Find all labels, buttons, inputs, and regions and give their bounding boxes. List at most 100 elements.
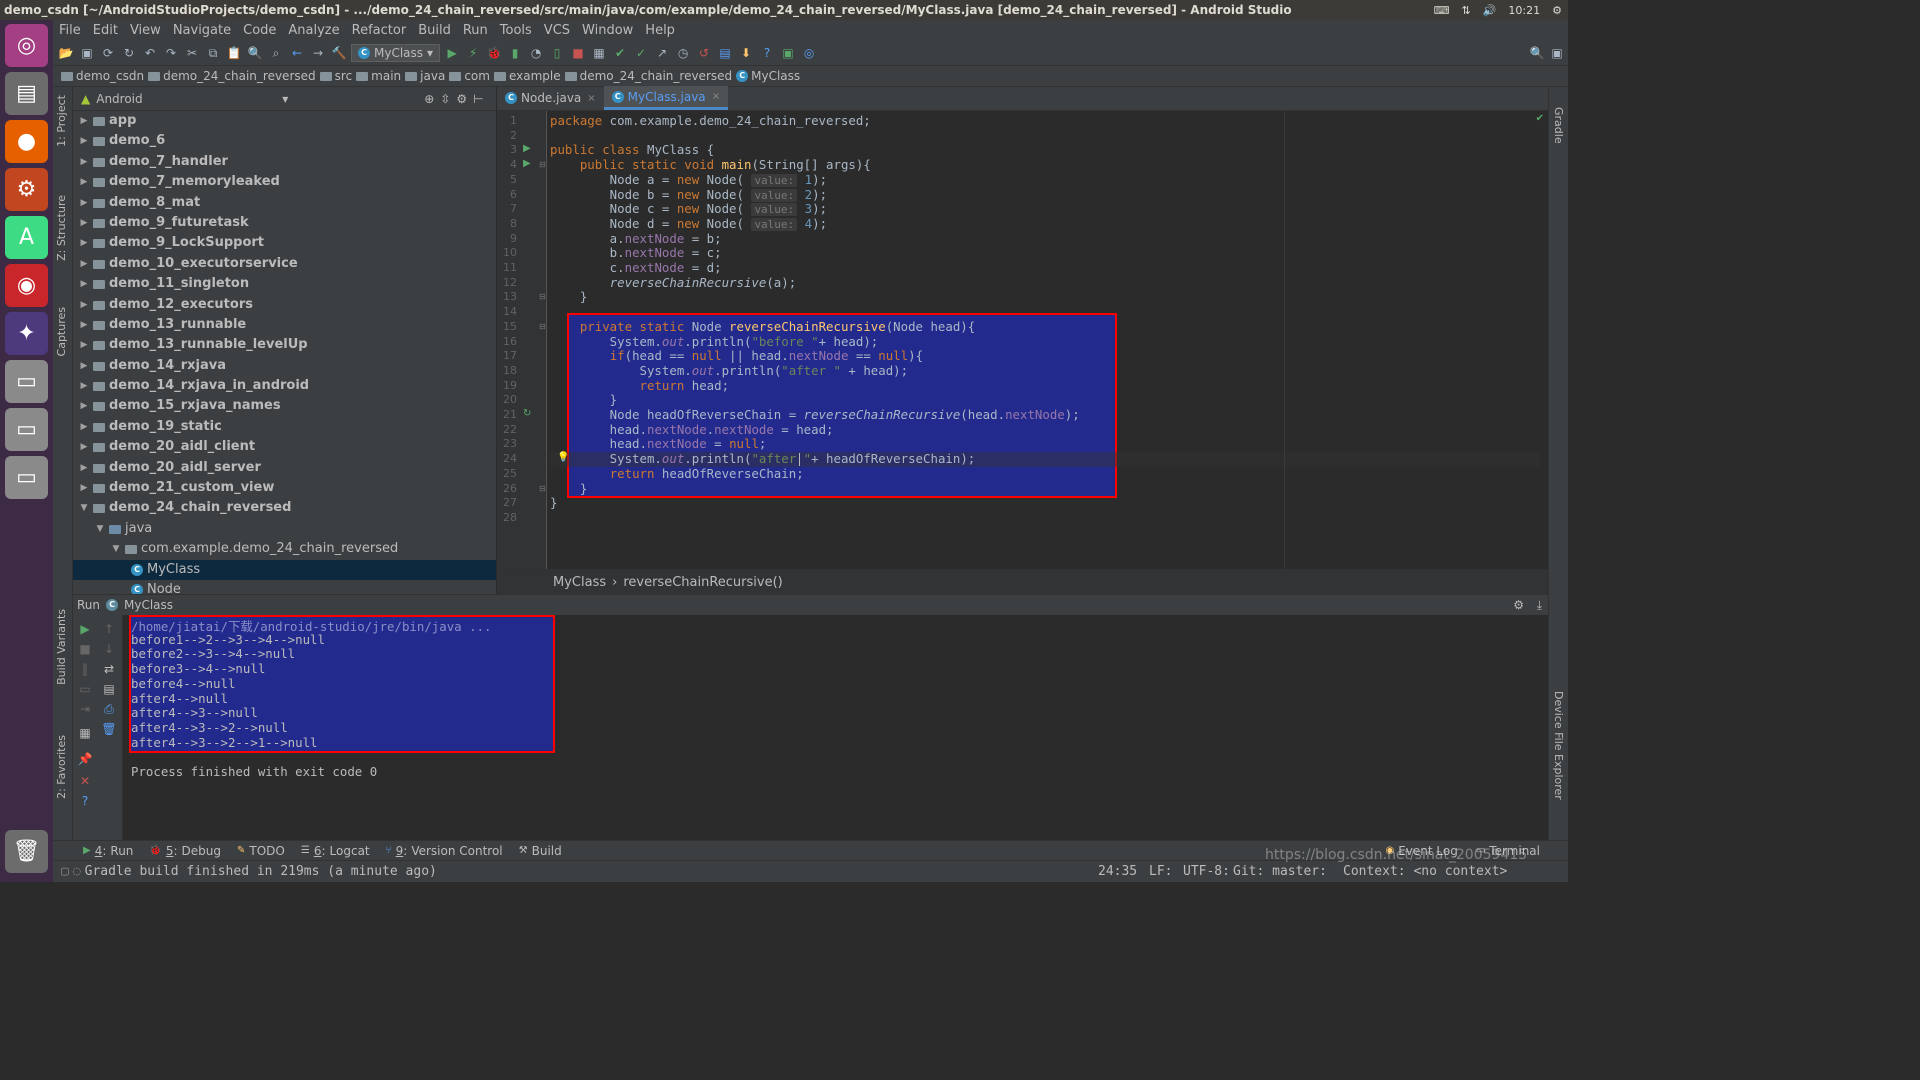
- console-line[interactable]: after4-->3-->null: [131, 705, 258, 720]
- hide-panel-icon[interactable]: ⤓: [1537, 598, 1542, 613]
- pin-icon[interactable]: 📌: [77, 751, 93, 767]
- code-line[interactable]: a.nextNode = b;: [550, 231, 722, 247]
- line-number[interactable]: 21: [497, 408, 517, 421]
- tree-item[interactable]: ▶ demo_14_rxjava_in_android: [73, 376, 496, 396]
- breadcrumb-item[interactable]: demo_24_chain_reversed: [148, 69, 316, 83]
- tree-item[interactable]: ▶ demo_7_memoryleaked: [73, 172, 496, 192]
- down-icon[interactable]: ↓: [101, 641, 117, 657]
- code-line[interactable]: Node c = new Node( value: 3);: [550, 201, 827, 217]
- help-icon[interactable]: ?: [758, 44, 776, 62]
- code-line[interactable]: public static void main(String[] args){: [550, 157, 871, 173]
- menu-edit[interactable]: Edit: [87, 20, 124, 41]
- line-number[interactable]: 14: [497, 305, 517, 318]
- project-view-select[interactable]: Android: [96, 92, 276, 106]
- code-line[interactable]: private static Node reverseChainRecursiv…: [550, 319, 975, 335]
- menu-refactor[interactable]: Refactor: [346, 20, 413, 41]
- window-icon[interactable]: ▣: [1548, 44, 1566, 62]
- back-icon[interactable]: ←: [288, 44, 306, 62]
- line-number[interactable]: 9: [497, 232, 517, 245]
- context[interactable]: Context: <no context>: [1343, 864, 1507, 879]
- git-branch[interactable]: Git: master:: [1233, 864, 1327, 879]
- code-line[interactable]: package com.example.demo_24_chain_revers…: [550, 113, 871, 129]
- vcs-commit-icon[interactable]: ✓: [632, 44, 650, 62]
- console-line[interactable]: after4-->3-->2-->1-->null: [131, 735, 318, 750]
- keyboard-icon[interactable]: ⌨: [1434, 4, 1450, 17]
- code-line[interactable]: }: [550, 290, 587, 305]
- code-line[interactable]: b.nextNode = c;: [550, 245, 722, 261]
- open-icon[interactable]: 📂: [57, 44, 75, 62]
- expand-arrow-right-icon[interactable]: ▶: [79, 458, 89, 478]
- code-line[interactable]: return headOfReverseChain;: [550, 466, 804, 482]
- expand-arrow-down-icon[interactable]: ▼: [95, 519, 105, 539]
- line-number[interactable]: 22: [497, 423, 517, 436]
- hide-icon[interactable]: ⊢: [473, 92, 483, 106]
- chevron-down-icon[interactable]: ▾: [282, 92, 288, 106]
- coverage-icon[interactable]: ▮: [506, 44, 524, 62]
- expand-arrow-right-icon[interactable]: ▶: [79, 417, 89, 437]
- debug-icon[interactable]: 🐞: [485, 44, 503, 62]
- menu-help[interactable]: Help: [639, 20, 681, 41]
- menu-analyze[interactable]: Analyze: [282, 20, 345, 41]
- line-number[interactable]: 4: [497, 158, 517, 171]
- stop-icon[interactable]: ■: [569, 44, 587, 62]
- close-icon[interactable]: ×: [712, 91, 720, 102]
- tab-build-variants[interactable]: Build Variants: [55, 609, 68, 685]
- line-number[interactable]: 27: [497, 496, 517, 509]
- tree-item[interactable]: ▶ demo_14_rxjava: [73, 356, 496, 376]
- dump-threads-icon[interactable]: ▭: [77, 681, 93, 697]
- line-number[interactable]: 2: [497, 129, 517, 142]
- avd-manager-icon[interactable]: ▣: [779, 44, 797, 62]
- breadcrumb-item[interactable]: demo_csdn: [61, 69, 144, 83]
- code-line[interactable]: System.out.println("before "+ head);: [550, 334, 879, 350]
- tree-item[interactable]: ▶ demo_21_custom_view: [73, 478, 496, 498]
- menu-build[interactable]: Build: [412, 20, 457, 41]
- app-launcher-icon[interactable]: ✦: [5, 312, 48, 355]
- tree-item[interactable]: ▶ demo_20_aidl_server: [73, 458, 496, 478]
- menu-vcs[interactable]: VCS: [538, 20, 576, 41]
- breadcrumb-item[interactable]: com: [449, 69, 490, 83]
- menu-navigate[interactable]: Navigate: [167, 20, 237, 41]
- code-line[interactable]: public class MyClass {: [550, 143, 714, 158]
- editor-breadcrumb-method[interactable]: reverseChainRecursive(): [623, 575, 782, 590]
- line-number[interactable]: 1: [497, 114, 517, 127]
- line-number[interactable]: 17: [497, 349, 517, 362]
- fold-marker-icon[interactable]: ⊟: [539, 484, 546, 493]
- line-number[interactable]: 6: [497, 188, 517, 201]
- line-separator[interactable]: LF:: [1149, 864, 1172, 879]
- attach-debugger-icon[interactable]: ▯: [548, 44, 566, 62]
- console-line[interactable]: Process finished with exit code 0: [131, 764, 377, 779]
- code-line[interactable]: System.out.println("after " + head);: [550, 363, 909, 379]
- rerun-icon[interactable]: ▶: [77, 621, 93, 637]
- tree-item[interactable]: ▶ demo_15_rxjava_names: [73, 396, 496, 416]
- intention-bulb-icon[interactable]: 💡: [557, 452, 569, 463]
- tool-window-button[interactable]: ✎ TODO: [229, 844, 293, 858]
- menu-code[interactable]: Code: [237, 20, 282, 41]
- gear-icon[interactable]: ⚙: [456, 92, 467, 106]
- line-number[interactable]: 25: [497, 467, 517, 480]
- line-number[interactable]: 8: [497, 217, 517, 230]
- vcs-revert-icon[interactable]: ↺: [695, 44, 713, 62]
- line-number[interactable]: 20: [497, 393, 517, 406]
- expand-arrow-right-icon[interactable]: ▶: [79, 396, 89, 416]
- line-number[interactable]: 28: [497, 511, 517, 524]
- drive-icon[interactable]: ▭: [5, 456, 48, 499]
- console-line[interactable]: before4-->null: [131, 676, 235, 691]
- line-number[interactable]: 19: [497, 379, 517, 392]
- tab-structure[interactable]: Z: Structure: [55, 195, 68, 261]
- netease-music-icon[interactable]: ◉: [5, 264, 48, 307]
- code-line[interactable]: return head;: [550, 378, 730, 394]
- up-icon[interactable]: ↑: [101, 621, 117, 637]
- gear-icon[interactable]: ⚙: [1513, 598, 1524, 612]
- recursive-call-icon[interactable]: ↻: [523, 408, 531, 419]
- dash-home-icon[interactable]: ◎: [5, 24, 48, 67]
- help-icon[interactable]: ?: [77, 793, 93, 809]
- sdk-manager-icon[interactable]: ⬇: [737, 44, 755, 62]
- apply-changes-icon[interactable]: ⚡: [464, 44, 482, 62]
- find-icon[interactable]: 🔍: [246, 44, 264, 62]
- expand-arrow-right-icon[interactable]: ▶: [79, 152, 89, 172]
- expand-arrow-right-icon[interactable]: ▶: [79, 295, 89, 315]
- fold-marker-icon[interactable]: ⊟: [539, 322, 546, 331]
- settings-gear-icon[interactable]: ⚙: [1552, 4, 1562, 17]
- menu-tools[interactable]: Tools: [494, 20, 538, 41]
- vcs-compare-icon[interactable]: ↗: [653, 44, 671, 62]
